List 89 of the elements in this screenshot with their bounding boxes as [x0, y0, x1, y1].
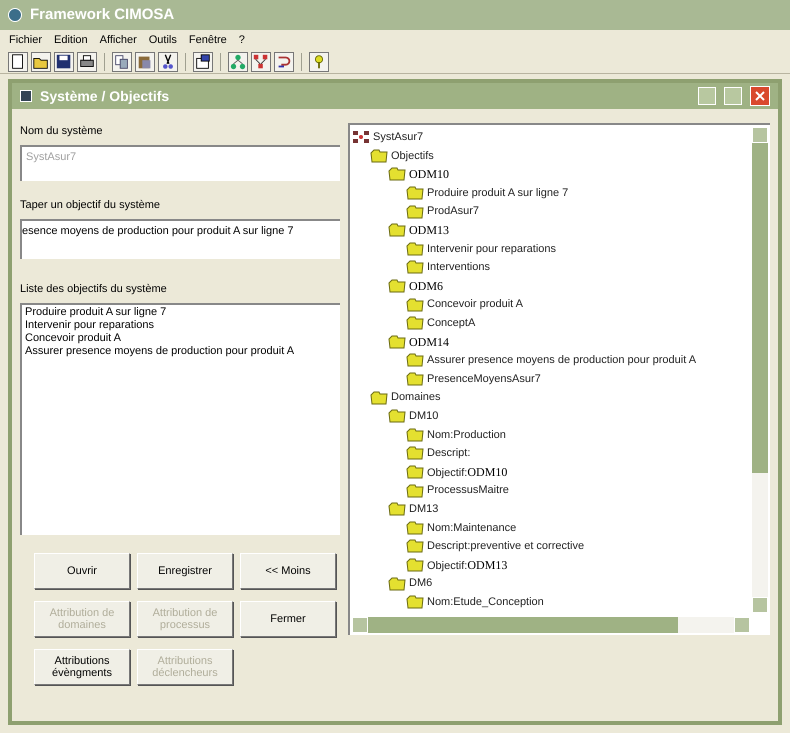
tree-item[interactable]: PresenceMoyensAsur7: [427, 370, 541, 388]
tree-item[interactable]: Produire produit A sur ligne 7: [427, 184, 568, 202]
folder-icon: [388, 223, 406, 238]
folder-icon: [406, 428, 424, 442]
button[interactable]: Ouvrir: [34, 553, 130, 589]
tree-item[interactable]: DM10: [409, 408, 438, 424]
folder-icon: [406, 446, 424, 460]
folder-icon: [370, 148, 388, 163]
folder-icon: [388, 279, 406, 294]
tree-item[interactable]: Objectif:: [427, 558, 468, 574]
folder-icon: [406, 242, 424, 256]
window-icon: [20, 90, 32, 102]
tree-item[interactable]: Interventions: [427, 259, 490, 276]
dialog-title: Système / Objectifs: [40, 86, 170, 106]
button[interactable]: << Moins: [240, 553, 336, 589]
scroll-thumb[interactable]: [368, 617, 678, 633]
tree-item[interactable]: ODM13: [409, 221, 450, 240]
tree-item[interactable]: Nom:Production: [427, 426, 506, 444]
input-field[interactable]: esence moyens de production pour produit A sur ligne 7: [20, 219, 340, 259]
network-icon[interactable]: [252, 52, 270, 70]
scroll-thumb[interactable]: [752, 143, 768, 473]
tree-item[interactable]: ODM10: [467, 462, 508, 481]
close-button[interactable]: [750, 86, 770, 106]
tree-item[interactable]: DM13: [409, 500, 438, 518]
folder-icon: [406, 316, 424, 330]
folder-icon: [406, 353, 424, 368]
tree-item[interactable]: ODM13: [467, 556, 508, 574]
folder-icon: [406, 484, 424, 498]
tree-item[interactable]: Nom:Maintenance: [427, 520, 516, 536]
folder-icon: [388, 576, 406, 591]
folder-icon: [406, 539, 424, 554]
button[interactable]: Attributions évèngments: [34, 649, 130, 685]
folder-icon: [406, 186, 424, 200]
menu-item[interactable]: Outils: [148, 32, 178, 48]
list-item[interactable]: Produire produit A sur ligne 7: [25, 306, 166, 319]
tree-item[interactable]: Objectif:: [427, 464, 468, 482]
tree-item[interactable]: ConceptA: [427, 314, 476, 332]
network-icon: [352, 130, 370, 144]
tree-item[interactable]: DM6: [409, 575, 432, 592]
tree-item[interactable]: ODM6: [409, 277, 444, 296]
tree-item[interactable]: Domaines: [391, 389, 441, 406]
field-label: Nom du système: [20, 124, 104, 139]
folder-icon: [406, 372, 424, 386]
tree-item[interactable]: ProcessusMaitre: [427, 482, 509, 499]
horizontal-scrollbar[interactable]: [352, 617, 750, 633]
tree-item[interactable]: ODM10: [409, 165, 450, 184]
folder-icon: [406, 298, 424, 312]
tree-item[interactable]: ODM14: [409, 332, 450, 351]
folder-icon: [406, 464, 424, 479]
close-icon: [754, 90, 766, 102]
field-label: Liste des objectifs du système: [20, 282, 168, 297]
folder-icon: [406, 204, 424, 219]
folder-icon: [406, 260, 424, 274]
folder-icon: [406, 558, 424, 572]
folder-icon: [406, 595, 424, 610]
list-item[interactable]: Assurer presence moyens de production pour produit A: [25, 345, 294, 358]
hierarchy-icon[interactable]: [229, 52, 247, 70]
tree-item[interactable]: Concevoir produit A: [427, 296, 523, 313]
list-item[interactable]: Intervenir pour reparations: [25, 319, 154, 332]
list-item[interactable]: Concevoir produit A: [25, 332, 121, 345]
tree-item[interactable]: Intervenir pour reparations: [427, 240, 556, 258]
folder-icon: [388, 409, 406, 424]
tree-item[interactable]: Descript:: [427, 445, 470, 462]
menu-item[interactable]: Afficher: [98, 32, 138, 48]
button[interactable]: Fermer: [240, 601, 336, 637]
tree-item[interactable]: ProdAsur7: [427, 203, 479, 220]
field-label: Taper un objectif du système: [20, 198, 162, 213]
copy-icon[interactable]: [113, 52, 131, 70]
folder-icon: [370, 390, 388, 405]
tree-item[interactable]: Nom:Etude_Conception: [427, 594, 544, 610]
window-title: Framework CIMOSA: [30, 4, 174, 25]
button[interactable]: Enregistrer: [137, 553, 233, 589]
menu-item[interactable]: Fenêtre: [188, 32, 228, 48]
menu-item[interactable]: ?: [238, 32, 246, 48]
list-box[interactable]: Produire produit A sur ligne 7 Intervenir pour reparations Concevoir produit A Assurer presence moyens de production pour produit A: [20, 303, 340, 535]
tree-item[interactable]: SystAsur7: [373, 129, 424, 146]
folder-icon: [388, 167, 406, 182]
menu-item[interactable]: Edition: [53, 32, 89, 48]
folder-icon: [388, 502, 406, 516]
folder-icon: [406, 520, 424, 535]
tree-item[interactable]: Objectifs: [391, 148, 434, 164]
vertical-scrollbar[interactable]: [752, 127, 768, 613]
tree-item[interactable]: Assurer presence moyens de production pour produit A: [427, 352, 696, 369]
folder-icon: [388, 334, 406, 349]
menu-item[interactable]: Fichier: [8, 32, 44, 48]
tree-view[interactable]: [348, 123, 770, 635]
app-icon: [8, 8, 22, 22]
tree-item[interactable]: Descript:preventive et corrective: [427, 538, 584, 555]
window-icon[interactable]: [194, 52, 212, 70]
